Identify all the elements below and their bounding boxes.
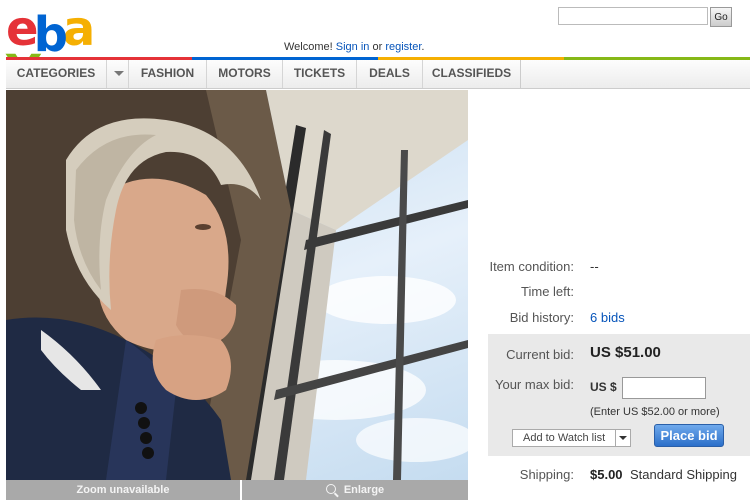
shipping-type: Standard Shipping [630,467,737,482]
place-bid-button[interactable]: Place bid [654,424,724,447]
shipping-cost: $5.00 [590,467,623,482]
nav-classifieds[interactable]: CLASSIFIEDS [422,60,520,88]
enlarge-label: Enlarge [343,484,385,496]
nav-motors[interactable]: MOTORS [206,60,282,88]
current-bid-value: US $51.00 [590,344,661,361]
logo-letter-a: a [62,1,95,57]
bid-history-link[interactable]: 6 bids [590,310,625,325]
nav-tickets[interactable]: TICKETS [282,60,356,88]
current-bid-label: Current bid: [506,347,574,362]
max-bid-input[interactable] [622,377,706,399]
enlarge-button[interactable]: Enlarge [242,480,468,500]
shipping-label: Shipping: [519,467,574,482]
nav-categories[interactable]: CATEGORIES [6,60,106,88]
search-input[interactable] [558,7,708,25]
search-bar: Go [558,7,732,27]
register-link[interactable]: register [385,41,421,53]
welcome-message: Welcome! Sign in or register. [284,41,424,53]
zoom-unavailable-bar: Zoom unavailable [6,480,240,500]
item-photo-illustration [6,90,468,480]
welcome-period: . [421,41,425,53]
chevron-down-icon [114,71,124,76]
nav-deals[interactable]: DEALS [356,60,422,88]
bid-history-label: Bid history: [509,310,574,325]
welcome-or: or [372,41,383,53]
max-bid-label: Your max bid: [494,377,574,392]
magnifier-icon [325,484,336,494]
chevron-down-icon[interactable] [615,430,630,446]
watch-list-dropdown[interactable]: Add to Watch list [512,429,631,447]
category-nav: CATEGORIES FASHION MOTORS TICKETS DEALS … [6,60,750,89]
min-bid-hint: (Enter US $52.00 or more) [590,406,720,418]
currency-label: US $ [590,380,617,394]
logo-letter-b: b [33,7,68,63]
search-go-button[interactable]: Go [710,7,732,27]
item-condition-label: Item condition: [489,259,574,274]
nav-fashion[interactable]: FASHION [128,60,206,88]
item-condition-value: -- [590,259,599,274]
welcome-text: Welcome! [284,41,333,53]
categories-dropdown[interactable] [106,60,128,88]
ebay-logo[interactable]: ebaY® [6,1,116,97]
watch-list-label: Add to Watch list [523,432,606,444]
sign-in-link[interactable]: Sign in [336,41,370,53]
item-photo[interactable] [6,90,468,480]
time-left-label: Time left: [521,284,574,299]
